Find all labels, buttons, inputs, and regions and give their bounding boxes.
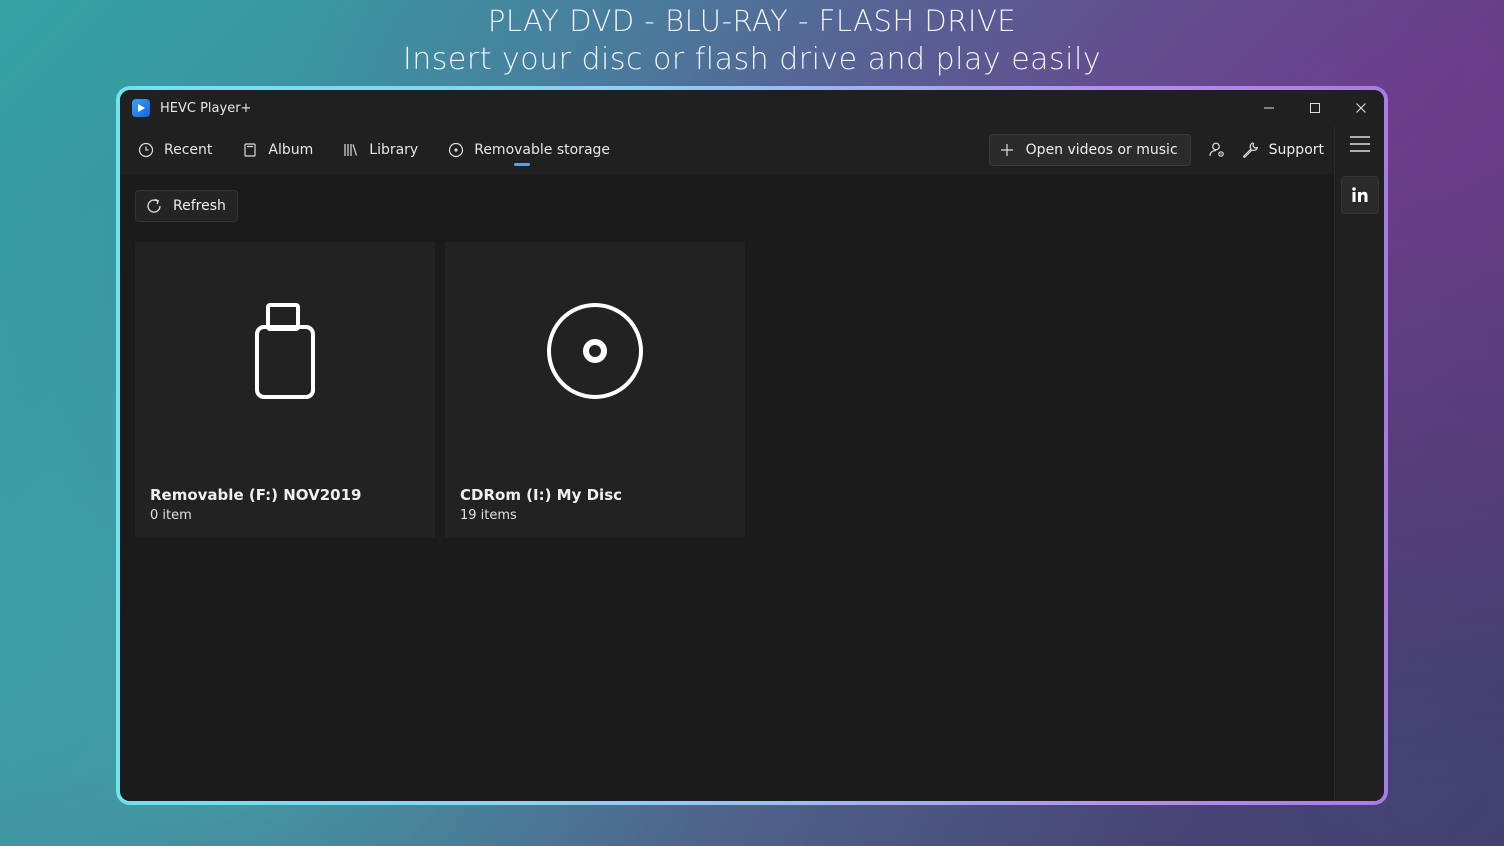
nav-item-album[interactable]: Album <box>242 132 313 168</box>
nav-item-label: Recent <box>164 142 213 158</box>
account-settings-button[interactable] <box>1197 134 1237 166</box>
nav-item-recent[interactable]: Recent <box>138 132 212 168</box>
refresh-label: Refresh <box>173 198 226 214</box>
title-bar[interactable]: HEVC Player+ <box>120 90 1384 126</box>
maximize-button[interactable] <box>1292 90 1338 126</box>
minimize-icon <box>1264 107 1274 109</box>
refresh-icon <box>147 198 161 213</box>
minimize-button[interactable] <box>1246 90 1292 126</box>
drive-title: Removable (F:) NOV2019 <box>150 486 362 504</box>
app-window: HEVC Player+ Recent Album Library Remova… <box>120 90 1384 801</box>
app-title: HEVC Player+ <box>160 100 252 116</box>
wrench-icon <box>1242 142 1258 159</box>
usb-drive-icon <box>255 303 315 399</box>
linkedin-button[interactable] <box>1341 176 1379 214</box>
nav-item-label: Album <box>268 142 314 158</box>
open-videos-label: Open videos or music <box>1025 142 1178 158</box>
drive-tile-cdrom[interactable]: CDRom (I:) My Disc 19 items <box>445 242 745 538</box>
user-settings-icon <box>1209 142 1224 157</box>
app-logo-icon <box>132 99 150 117</box>
side-panel <box>1334 126 1384 801</box>
menu-button[interactable] <box>1348 134 1372 154</box>
drive-title: CDRom (I:) My Disc <box>460 486 623 504</box>
close-button[interactable] <box>1338 90 1384 126</box>
refresh-button[interactable]: Refresh <box>135 190 238 222</box>
plus-icon <box>1000 144 1013 156</box>
drive-item-count: 0 item <box>150 508 192 523</box>
hamburger-icon <box>1350 136 1370 152</box>
nav-bar: Recent Album Library Removable storage O… <box>120 126 1334 174</box>
support-button[interactable]: Support <box>1241 141 1324 159</box>
main-content: Refresh Removable (F:) NOV2019 0 item CD… <box>120 174 1334 801</box>
active-tab-indicator <box>514 163 531 166</box>
nav-item-label: Library <box>369 142 419 158</box>
headline-line2: Insert your disc or flash drive and play… <box>402 42 1102 77</box>
window-controls <box>1246 90 1384 126</box>
nav-actions: Open videos or music Support <box>988 132 1324 168</box>
maximize-icon <box>1310 103 1320 113</box>
linkedin-icon <box>1352 187 1368 202</box>
headline-line1: PLAY DVD - BLU-RAY - FLASH DRIVE <box>487 4 1017 38</box>
nav-item-library[interactable]: Library <box>343 132 418 168</box>
open-videos-button[interactable]: Open videos or music <box>988 134 1191 166</box>
promo-headline: PLAY DVD - BLU-RAY - FLASH DRIVE Insert … <box>0 2 1504 80</box>
library-icon <box>344 144 358 156</box>
close-icon <box>1356 103 1366 113</box>
nav-item-removable-storage[interactable]: Removable storage <box>448 132 610 168</box>
nav-item-label: Removable storage <box>474 142 611 158</box>
window-frame: HEVC Player+ Recent Album Library Remova… <box>116 86 1388 805</box>
support-label: Support <box>1268 142 1324 158</box>
clock-icon <box>138 142 154 158</box>
disc-icon <box>449 142 464 158</box>
drive-tile-removable[interactable]: Removable (F:) NOV2019 0 item <box>135 242 435 538</box>
drive-item-count: 19 items <box>460 508 517 523</box>
cd-disc-icon <box>547 303 643 399</box>
album-icon <box>244 143 256 157</box>
